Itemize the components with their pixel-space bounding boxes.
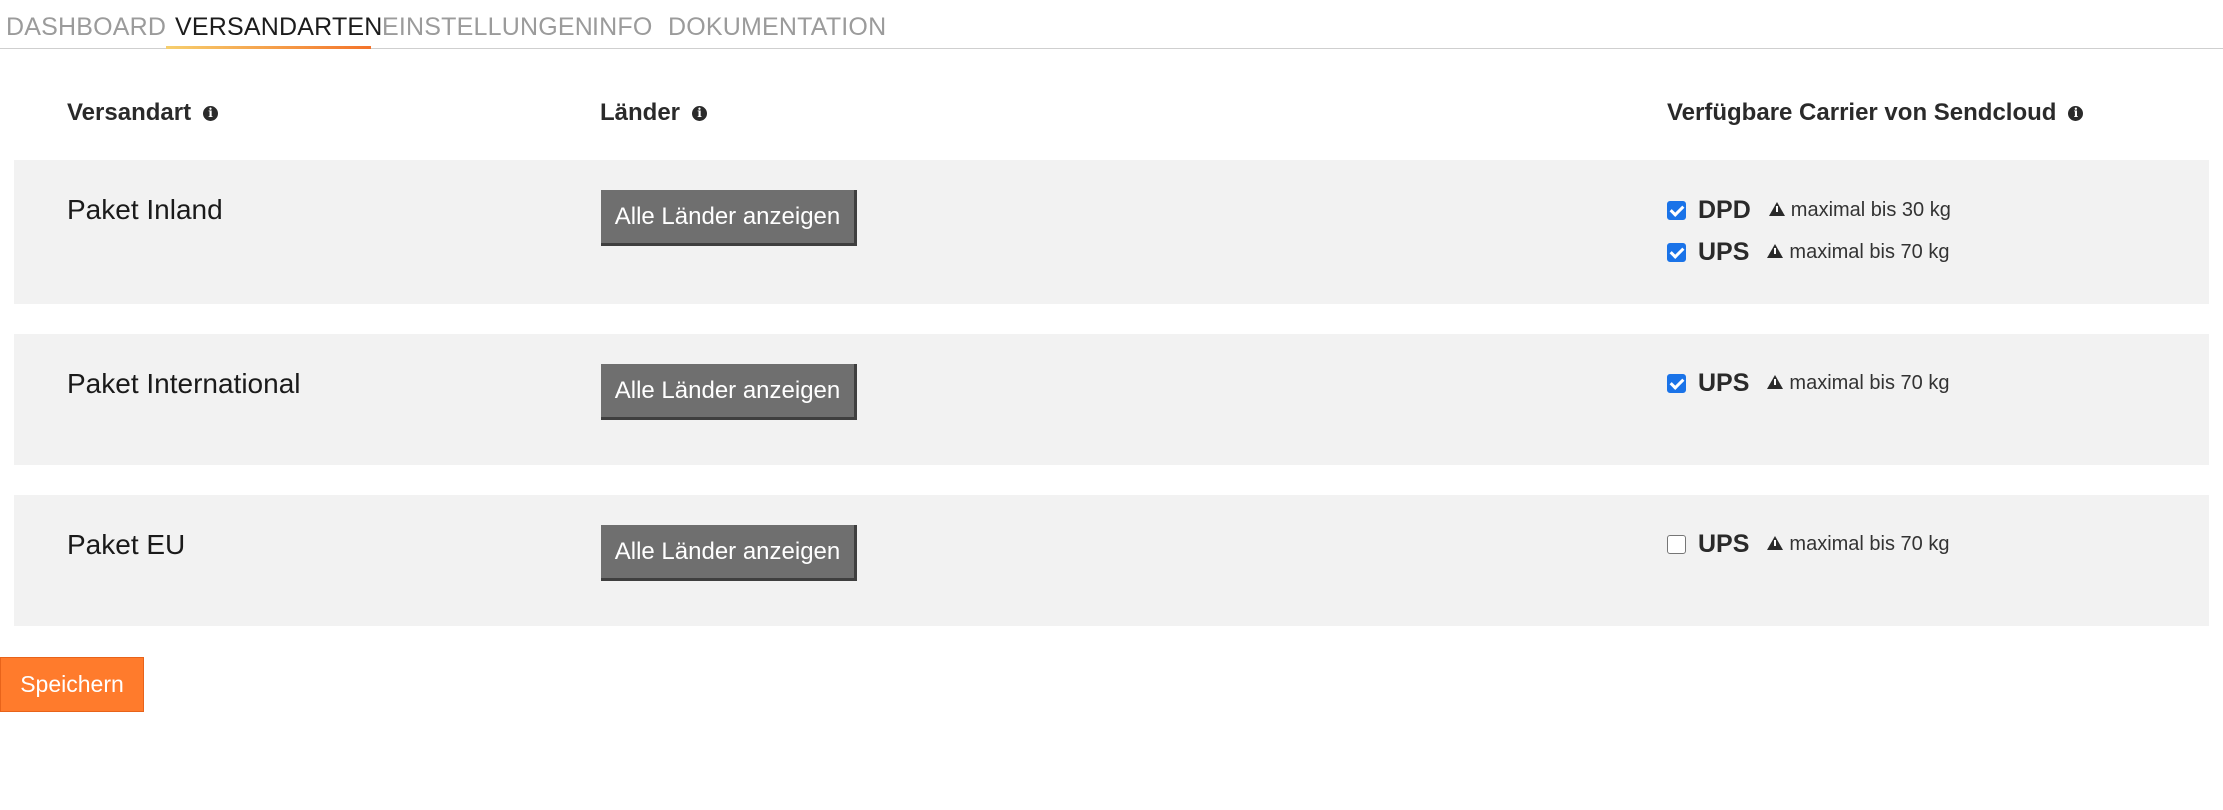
warning-icon — [1767, 244, 1784, 258]
carrier-checkbox[interactable] — [1667, 242, 1686, 262]
header-countries-label: Länder — [600, 99, 681, 126]
carrier-name: UPS — [1698, 530, 1750, 558]
tab-versandarten[interactable]: VERSANDARTEN — [175, 10, 383, 44]
header-shipping-method: Versandart i — [67, 97, 219, 129]
tab-info[interactable]: INFO — [592, 10, 653, 44]
carrier-name: UPS — [1698, 369, 1750, 397]
shipping-method-name: Paket International — [67, 368, 301, 399]
shipping-method-name: Paket Inland — [67, 194, 223, 225]
warning-icon — [1768, 202, 1785, 216]
carrier-option: UPS maximal bis 70 kg — [1667, 231, 1951, 273]
tab-dashboard[interactable]: DASHBOARD — [6, 10, 166, 44]
carrier-checkbox[interactable] — [1667, 534, 1686, 554]
active-tab-indicator — [166, 46, 371, 49]
header-carriers: Verfügbare Carrier von Sendcloud i — [1667, 97, 2084, 129]
tab-dokumentation[interactable]: DOKUMENTATION — [668, 10, 886, 44]
header-countries: Länder i — [600, 97, 708, 129]
show-all-countries-button[interactable]: Alle Länder anzeigen — [601, 364, 857, 420]
info-icon[interactable]: i — [692, 105, 708, 121]
tab-bar: DASHBOARD VERSANDARTEN EINSTELLUNGEN INF… — [0, 0, 2223, 49]
carrier-weight-note: maximal bis 70 kg — [1789, 372, 1950, 394]
save-button[interactable]: Speichern — [0, 657, 144, 712]
carrier-option: UPS maximal bis 70 kg — [1667, 362, 1949, 404]
show-all-countries-button[interactable]: Alle Länder anzeigen — [601, 190, 857, 246]
info-icon[interactable]: i — [203, 105, 219, 121]
carrier-list: UPS maximal bis 70 kg — [1667, 523, 1949, 565]
table-row: Paket Inland Alle Länder anzeigen DPD ma… — [14, 160, 2209, 304]
carrier-checkbox[interactable] — [1667, 200, 1686, 220]
carrier-weight-note: maximal bis 70 kg — [1789, 533, 1950, 555]
show-all-countries-button[interactable]: Alle Länder anzeigen — [601, 525, 857, 581]
carrier-option: UPS maximal bis 70 kg — [1667, 523, 1949, 565]
carrier-checkbox[interactable] — [1667, 373, 1686, 393]
warning-icon — [1767, 536, 1784, 550]
table-row: Paket EU Alle Länder anzeigen UPS maxima… — [14, 495, 2209, 626]
warning-icon — [1767, 375, 1784, 389]
carrier-option: DPD maximal bis 30 kg — [1667, 189, 1951, 231]
shipping-method-name: Paket EU — [67, 529, 186, 560]
header-carriers-label: Verfügbare Carrier von Sendcloud — [1667, 99, 2057, 126]
tab-einstellungen[interactable]: EINSTELLUNGEN — [382, 10, 593, 44]
carrier-list: DPD maximal bis 30 kg UPS maximal bis 70… — [1667, 189, 1951, 273]
carrier-name: UPS — [1698, 238, 1750, 266]
table-row: Paket International Alle Länder anzeigen… — [14, 334, 2209, 465]
carrier-name: DPD — [1698, 196, 1751, 224]
carrier-list: UPS maximal bis 70 kg — [1667, 362, 1949, 404]
carrier-weight-note: maximal bis 70 kg — [1789, 241, 1950, 263]
info-icon[interactable]: i — [2068, 105, 2084, 121]
header-shipping-method-label: Versandart — [67, 99, 192, 126]
carrier-weight-note: maximal bis 30 kg — [1790, 199, 1951, 221]
